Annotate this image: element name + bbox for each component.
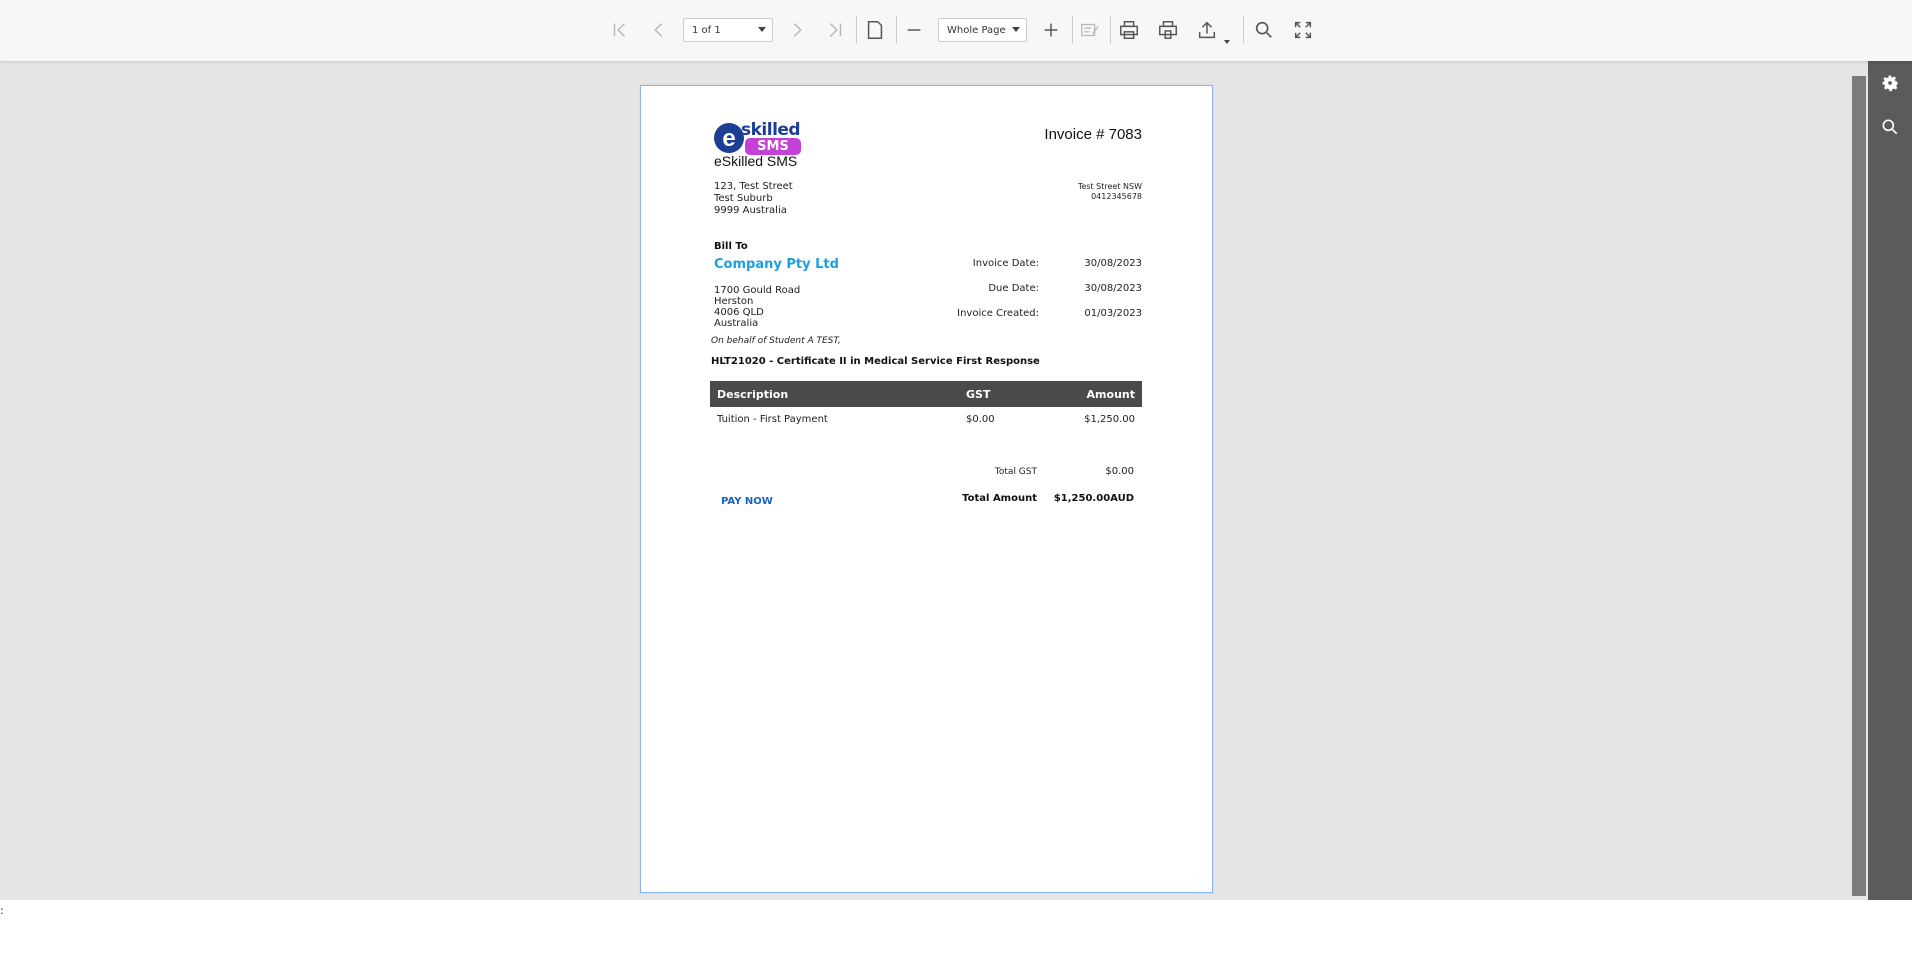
export-dropdown-icon[interactable] — [1224, 40, 1230, 44]
table-header: Description GST Amount — [710, 381, 1142, 407]
company-name: Company Pty Ltd — [714, 257, 839, 272]
svg-text:e: e — [722, 125, 735, 152]
chevron-down-icon — [1012, 27, 1020, 32]
edit-form-icon — [1081, 23, 1099, 37]
brand-name: eSkilled SMS — [714, 153, 798, 169]
zoom-in-button[interactable] — [1035, 14, 1067, 46]
plus-icon — [1044, 23, 1058, 37]
minus-icon — [907, 29, 921, 31]
status-text: : — [0, 904, 4, 917]
search-icon — [1255, 21, 1272, 38]
item-amount: $1,250.00 — [1084, 414, 1135, 425]
first-page-button[interactable] — [604, 14, 636, 46]
next-page-button[interactable] — [781, 14, 813, 46]
billing-address: 1700 Gould Road Herston 4006 QLD Austral… — [714, 285, 800, 329]
page-indicator: 1 of 1 — [692, 24, 721, 36]
chevron-down-icon — [758, 27, 766, 32]
zoom-selector[interactable]: Whole Page — [938, 18, 1027, 42]
export-button[interactable] — [1191, 14, 1223, 46]
print-preview-button[interactable] — [1152, 14, 1184, 46]
column-header-description: Description — [717, 388, 789, 401]
toolbar-separator — [896, 16, 897, 44]
edit-form-button[interactable] — [1074, 14, 1106, 46]
invoice-created-label: Invoice Created: — [957, 308, 1039, 319]
address-line: 1700 Gould Road — [714, 285, 801, 296]
last-page-icon — [829, 23, 842, 37]
fullscreen-button[interactable] — [1287, 14, 1319, 46]
first-page-icon — [613, 23, 626, 37]
upload-icon — [1198, 21, 1216, 39]
item-gst: $0.00 — [966, 414, 995, 425]
toolbar-separator — [856, 16, 857, 44]
table-row: Tuition - First Payment $0.00 $1,250.00 — [710, 407, 1142, 431]
zoom-out-button[interactable] — [898, 14, 930, 46]
viewer-toolbar: 1 of 1 Whole Page — [0, 0, 1912, 61]
fullscreen-icon — [1294, 21, 1312, 39]
total-amount-value: $1,250.00AUD — [1053, 493, 1134, 504]
zoom-mode: Whole Page — [947, 24, 1006, 36]
search-icon — [1882, 119, 1898, 135]
search-button[interactable] — [1248, 14, 1280, 46]
logo-text-skilled: skilled — [741, 120, 801, 140]
page-icon — [867, 21, 883, 39]
invoice-created: 01/03/2023 — [1084, 308, 1142, 319]
due-date: 30/08/2023 — [1084, 283, 1142, 294]
pay-now-link[interactable]: PAY NOW — [721, 496, 773, 507]
course-title: HLT21020 - Certificate II in Medical Ser… — [711, 356, 1040, 367]
document-page: e skilled SMS eSkilled SMS Invoice # 708… — [640, 85, 1213, 893]
vertical-scrollbar[interactable] — [1852, 76, 1866, 896]
invoice-title: Invoice # 7083 — [1044, 126, 1142, 143]
print-button[interactable] — [1113, 14, 1145, 46]
total-gst-value: $0.00 — [1105, 466, 1134, 477]
column-header-amount: Amount — [1086, 388, 1135, 401]
toolbar-separator — [1243, 16, 1244, 44]
item-description: Tuition - First Payment — [717, 414, 828, 425]
chevron-left-icon — [654, 23, 663, 37]
invoice-date: 30/08/2023 — [1084, 258, 1142, 269]
settings-button[interactable] — [1868, 61, 1912, 105]
side-search-button[interactable] — [1868, 105, 1912, 149]
chevron-right-icon — [793, 23, 802, 37]
address-line: Herston — [714, 296, 754, 307]
status-bar: : — [0, 900, 1912, 956]
due-date-label: Due Date: — [988, 283, 1039, 294]
address-line: 9999 Australia — [714, 205, 787, 216]
toolbar-separator — [1072, 16, 1073, 44]
column-header-gst: GST — [966, 388, 991, 401]
print-pdf-icon — [1159, 21, 1177, 39]
previous-page-button[interactable] — [643, 14, 675, 46]
on-behalf-text: On behalf of Student A TEST, — [711, 336, 841, 346]
page-view-button[interactable] — [859, 14, 891, 46]
invoice-date-label: Invoice Date: — [972, 258, 1039, 269]
page-selector[interactable]: 1 of 1 — [683, 18, 773, 42]
total-amount-label: Total Amount — [962, 493, 1037, 504]
last-page-button[interactable] — [819, 14, 851, 46]
printer-icon — [1120, 21, 1138, 39]
sender-contact: Test Street NSW 0412345678 — [1078, 182, 1142, 202]
toolbar-separator — [1110, 16, 1111, 44]
contact-line: Test Street NSW — [1077, 182, 1142, 191]
address-line: 4006 QLD — [714, 307, 764, 318]
address-line: Test Suburb — [714, 193, 773, 204]
side-panel — [1868, 61, 1912, 901]
bill-to-label: Bill To — [714, 241, 748, 252]
gear-icon — [1882, 75, 1898, 92]
contact-line: 0412345678 — [1091, 192, 1142, 201]
address-line: 123, Test Street — [714, 181, 793, 192]
total-gst-label: Total GST — [994, 467, 1037, 477]
address-line: Australia — [714, 318, 759, 329]
sender-address: 123, Test Street Test Suburb 9999 Austra… — [714, 181, 793, 217]
